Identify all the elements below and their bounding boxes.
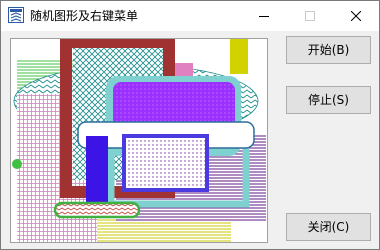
app-window-icon bbox=[8, 7, 24, 23]
maximize-icon bbox=[305, 11, 315, 21]
minimize-button[interactable] bbox=[241, 1, 287, 31]
maximize-button bbox=[287, 1, 333, 31]
close-window-button[interactable] bbox=[333, 1, 379, 31]
app-window: 随机图形及右键菜单 开始(B) 停止(S) 关闭(C) bbox=[0, 0, 380, 250]
stop-button[interactable]: 停止(S) bbox=[286, 86, 371, 114]
client-area: 开始(B) 停止(S) 关闭(C) bbox=[1, 31, 379, 249]
close-icon bbox=[351, 11, 361, 21]
shape-yellow-bar bbox=[230, 39, 248, 74]
window-title: 随机图形及右键菜单 bbox=[30, 9, 139, 23]
title-bar[interactable]: 随机图形及右键菜单 bbox=[1, 1, 379, 31]
minimize-icon bbox=[259, 16, 269, 17]
shape-dotted-framed-rect bbox=[122, 134, 209, 192]
shape-green-rounded-rect bbox=[53, 201, 141, 219]
shape-green-dot bbox=[12, 159, 22, 169]
drawing-canvas[interactable] bbox=[10, 38, 268, 243]
random-shapes-drawing bbox=[12, 39, 266, 242]
close-button[interactable]: 关闭(C) bbox=[286, 213, 371, 241]
start-button[interactable]: 开始(B) bbox=[286, 36, 371, 64]
